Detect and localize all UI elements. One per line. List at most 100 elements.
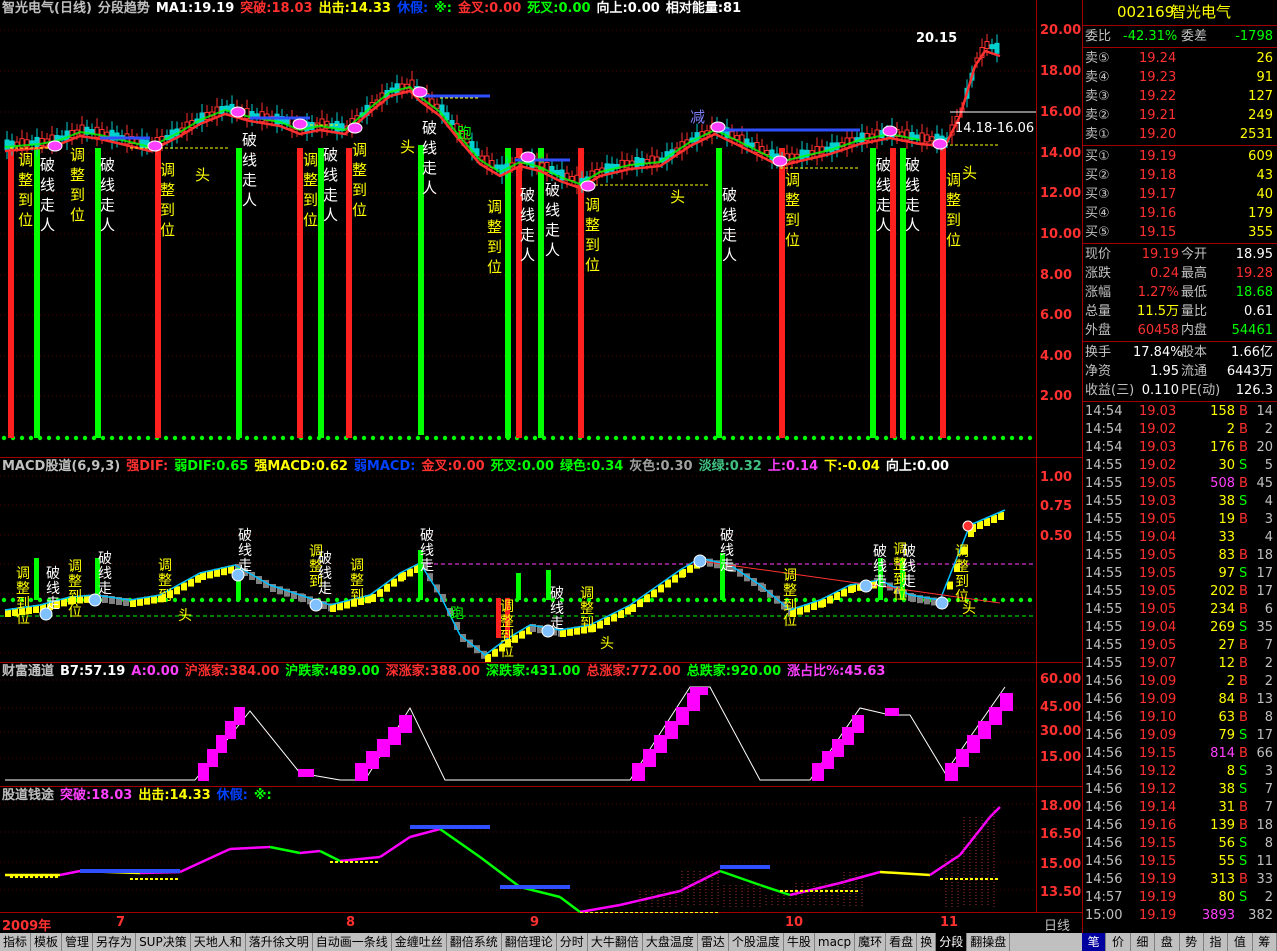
tab-7[interactable]: 自动画一条线 [313, 933, 392, 951]
tab-22[interactable]: 翻操盘 [967, 933, 1011, 951]
period-label[interactable]: 日线 [1044, 915, 1070, 934]
tick-price: 19.19 [1139, 872, 1177, 887]
panel-tab-2[interactable]: 细 [1131, 933, 1156, 951]
order-row[interactable]: 买④ 19.16 179 [1083, 204, 1277, 223]
signal-label: 调 [955, 544, 969, 560]
panel-tab-0[interactable]: 笔 [1082, 933, 1107, 951]
tick-volume: 56 [1218, 836, 1235, 851]
signal-label: 线 [422, 139, 437, 157]
tick-price: 19.05 [1139, 476, 1177, 491]
tick-count: 5 [1264, 458, 1273, 473]
tick-time: 14:57 [1085, 890, 1123, 905]
order-label: 卖③ [1085, 89, 1110, 104]
signal-label: 破 [545, 181, 560, 199]
price-chart-canvas[interactable]: 调整到位破线走人调整到位破线走人调整到位破线走人调整到位破线走人调整到位破线走人… [0, 0, 1082, 458]
tick-row: 14:56 19.15 56 S 8 [1083, 835, 1277, 853]
stat-value: 0.24 [1150, 266, 1179, 281]
tab-9[interactable]: 翻倍系统 [447, 933, 502, 951]
signal-label: 走 [242, 171, 257, 189]
tab-16[interactable]: 牛股 [784, 933, 815, 951]
stock-path-canvas[interactable] [0, 787, 1082, 913]
order-row[interactable]: 买③ 19.17 40 [1083, 185, 1277, 204]
tick-time: 14:56 [1085, 836, 1123, 851]
tab-12[interactable]: 大牛翻倍 [588, 933, 643, 951]
tick-price: 19.09 [1139, 692, 1177, 707]
tab-11[interactable]: 分时 [557, 933, 588, 951]
signal-dot [730, 435, 736, 441]
price-chart-pane[interactable]: 调整到位破线走人调整到位破线走人调整到位破线走人调整到位破线走人调整到位破线走人… [0, 0, 1082, 458]
tick-volume: 12 [1218, 656, 1235, 671]
tab-14[interactable]: 雷达 [698, 933, 729, 951]
quote-panel: 002169 智光电气 委比 -42.31% 委差 -1798 卖⑤ 19.24 2… [1082, 0, 1277, 933]
signal-dot [127, 435, 133, 441]
signal-label: 走 [323, 186, 338, 204]
macd-pane[interactable]: 调整到位破线走调整到位破线走调整到破线走调整到破线走调整到破线走调整到位破线走调… [0, 458, 1082, 663]
panel-tab-1[interactable]: 价 [1106, 933, 1131, 951]
tab-19[interactable]: 看盘 [886, 933, 918, 951]
signal-label: 位 [783, 613, 797, 629]
order-row[interactable]: 卖⑤ 19.24 26 [1083, 49, 1277, 68]
tab-8[interactable]: 金缠吐丝 [392, 933, 447, 951]
order-row[interactable]: 卖① 19.20 2531 [1083, 125, 1277, 144]
signal-dot [379, 435, 385, 441]
signal-dot [271, 597, 277, 603]
tick-time: 14:55 [1085, 620, 1123, 635]
tick-volume: 38 [1218, 494, 1235, 509]
tick-row: 14:55 19.04 269 S 35 [1083, 619, 1277, 637]
tab-20[interactable]: 换 [917, 933, 937, 951]
order-row[interactable]: 买② 19.18 43 [1083, 166, 1277, 185]
signal-dot [82, 435, 88, 441]
order-row[interactable]: 买① 19.19 609 [1083, 147, 1277, 166]
tick-volume: 80 [1218, 890, 1235, 905]
panel-tab-6[interactable]: 值 [1228, 933, 1253, 951]
signal-label: 整 [785, 191, 800, 209]
tab-3[interactable]: 另存为 [93, 933, 137, 951]
stock-path-pane[interactable]: 股道钱途 突破:18.03 出击:14.33 休假: ※: 18.00 16.50 15.0… [0, 787, 1082, 913]
order-row[interactable]: 卖④ 19.23 91 [1083, 68, 1277, 87]
tab-5[interactable]: 天地人和 [191, 933, 246, 951]
panel-tab-3[interactable]: 盘 [1155, 933, 1180, 951]
tab-17[interactable]: macp [815, 933, 856, 951]
signal-label: 到 [585, 236, 600, 254]
signal-bar [505, 148, 511, 438]
tab-18[interactable]: 魔环 [855, 933, 887, 951]
wealth-channel-canvas[interactable] [0, 663, 1082, 787]
panel-tab-7[interactable]: 筹 [1253, 933, 1277, 951]
stat-label: 涨跌 [1085, 266, 1112, 281]
divider [1083, 401, 1277, 402]
stat-value: 18.95 [1235, 247, 1273, 262]
order-row[interactable]: 卖③ 19.22 127 [1083, 87, 1277, 106]
tab-10[interactable]: 翻倍理论 [502, 933, 557, 951]
tick-time: 14:56 [1085, 800, 1123, 815]
tick-price: 19.05 [1139, 566, 1177, 581]
signal-label: 走 [722, 226, 737, 244]
signal-label: 破 [100, 156, 115, 174]
signal-dot [910, 435, 916, 441]
tick-side: B [1239, 710, 1248, 725]
y-tick-label: 20.00 [1040, 23, 1082, 38]
macd-canvas[interactable]: 调整到位破线走调整到位破线走调整到破线走调整到破线走调整到破线走调整到位破线走调… [0, 458, 1082, 663]
tab-13[interactable]: 大盘温度 [643, 933, 698, 951]
tab-15[interactable]: 个股温度 [729, 933, 784, 951]
panel-tab-5[interactable]: 指 [1204, 933, 1229, 951]
signal-label: 头 [670, 188, 685, 206]
tab-6[interactable]: 落升徐文明 [246, 933, 313, 951]
order-row[interactable]: 买⑤ 19.15 355 [1083, 223, 1277, 242]
tab-21[interactable]: 分段 [936, 933, 968, 951]
tab-4[interactable]: SUP决策 [136, 933, 191, 951]
tab-2[interactable]: 管理 [62, 933, 94, 951]
signal-marker [693, 554, 707, 568]
tab-0[interactable]: 指标 [0, 933, 32, 951]
tick-list[interactable]: 14:54 19.03 158 B 14 14:54 19.02 2 B 2 14:54 19.03 1… [1083, 403, 1277, 925]
order-row[interactable]: 卖② 19.21 249 [1083, 106, 1277, 125]
signal-label: 走 [318, 581, 332, 597]
signal-dot [586, 435, 592, 441]
title-item: MA1:19.19 [155, 1, 235, 16]
tick-price: 19.15 [1139, 746, 1177, 761]
tick-volume: 79 [1218, 728, 1235, 743]
signal-dot [424, 597, 430, 603]
wealth-channel-pane[interactable]: 财富通道 B7:57.19 A:0.00 沪涨家:384.00 沪跌家:489.00 深涨… [0, 663, 1082, 787]
panel-tab-4[interactable]: 势 [1180, 933, 1204, 951]
tab-1[interactable]: 模板 [31, 933, 63, 951]
signal-label: 破 [873, 544, 887, 560]
